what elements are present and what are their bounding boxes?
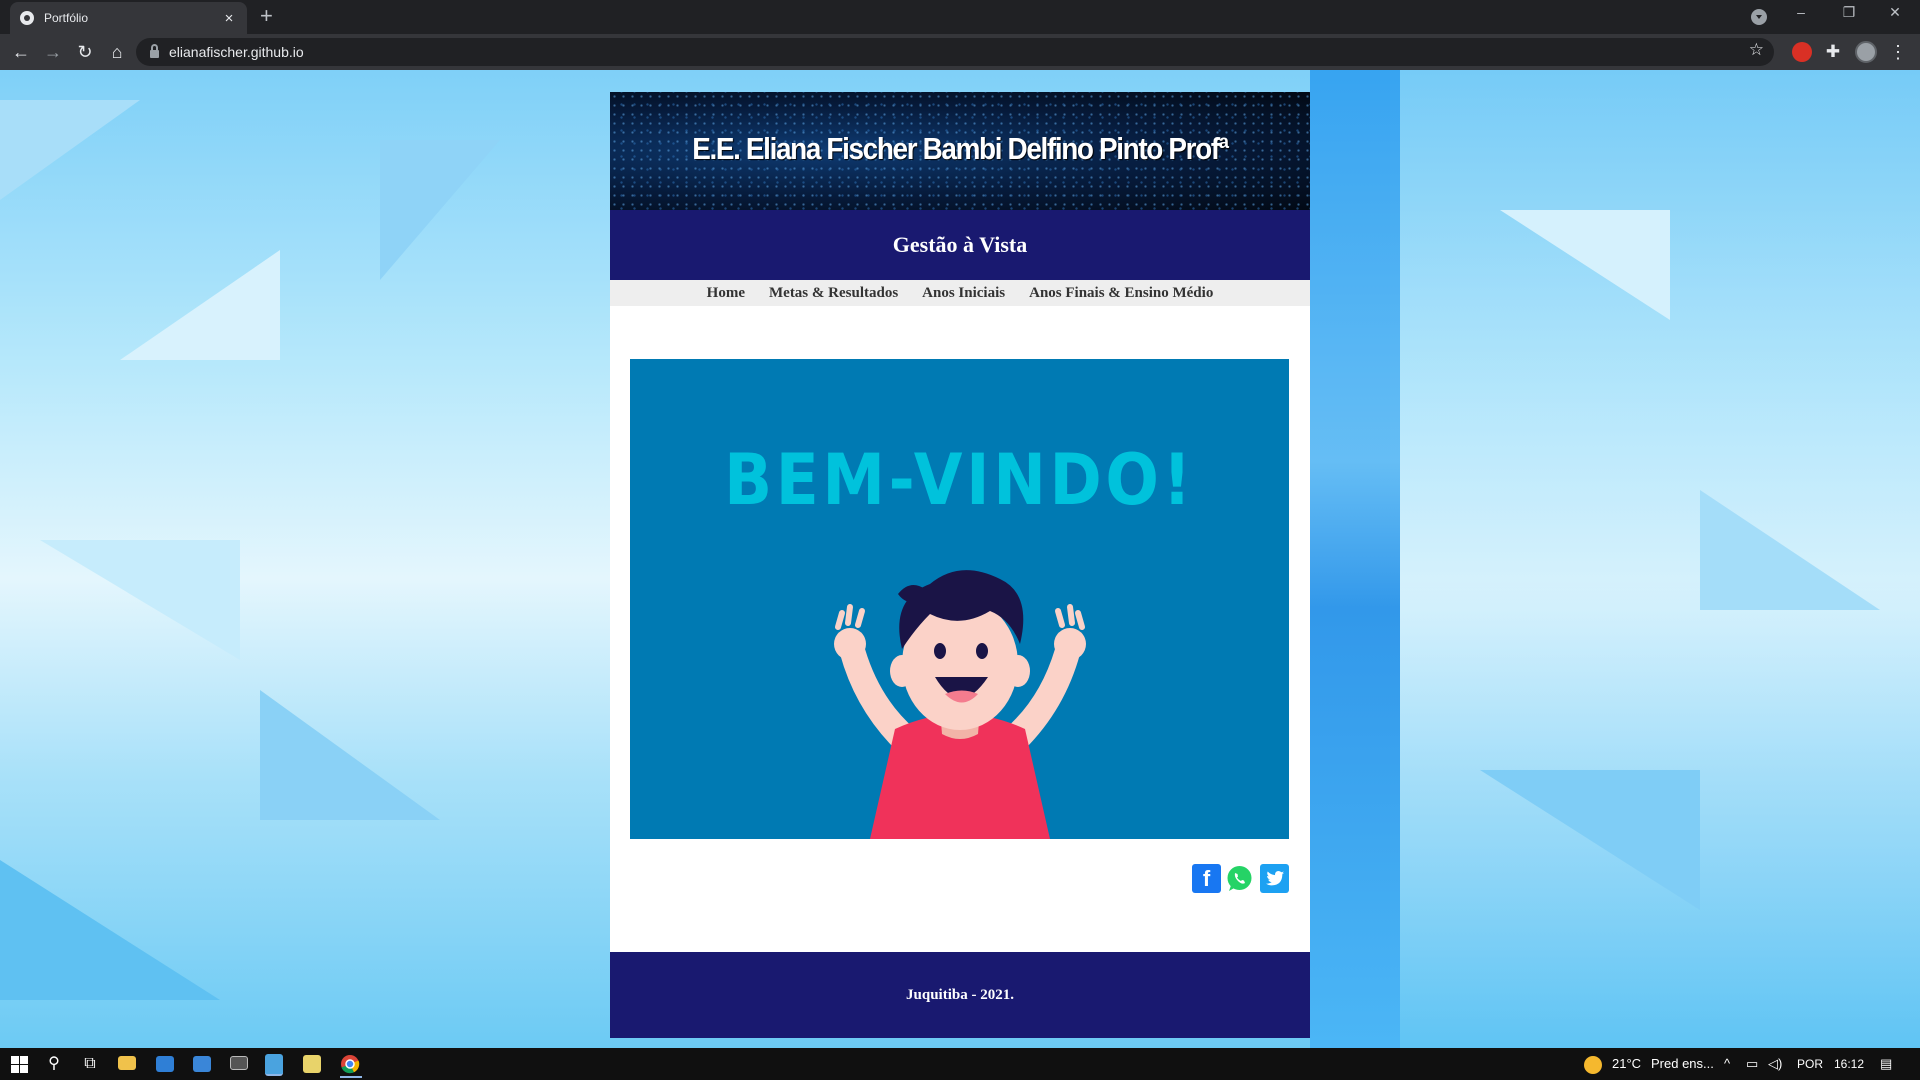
- file-explorer-icon[interactable]: [118, 1056, 136, 1070]
- whatsapp-icon: [1227, 866, 1252, 891]
- windows-start-icon[interactable]: [8, 1052, 32, 1076]
- facebook-icon: f: [1202, 865, 1211, 891]
- extensions-puzzle-icon[interactable]: ✚: [1823, 42, 1843, 62]
- nav-metas-resultados[interactable]: Metas & Resultados: [769, 285, 898, 302]
- weather-icon[interactable]: [1584, 1048, 1604, 1080]
- background-facet: [260, 690, 440, 820]
- browser-toolbar: ← → ↻ ⌂ elianafischer.github.io ☆ ✚ ⋮: [0, 34, 1920, 70]
- twitter-bird-icon: [1265, 870, 1284, 885]
- new-tab-button[interactable]: +: [260, 5, 273, 27]
- home-icon[interactable]: ⌂: [105, 40, 129, 64]
- nav-home[interactable]: Home: [707, 285, 745, 302]
- network-icon[interactable]: ▭: [1746, 1048, 1758, 1080]
- background-facet: [0, 100, 140, 200]
- welcome-heading: BEM-VINDO!: [724, 439, 1195, 521]
- nav-anos-finais-ensino-medio[interactable]: Anos Finais & Ensino Médio: [1029, 285, 1213, 302]
- bookmark-star-icon[interactable]: ☆: [1749, 40, 1764, 60]
- background-band: [1310, 70, 1400, 1048]
- nav-anos-iniciais[interactable]: Anos Iniciais: [922, 285, 1005, 302]
- close-window-button[interactable]: ✕: [1872, 4, 1918, 21]
- background-facet: [0, 860, 220, 1000]
- tab-close-icon[interactable]: ×: [221, 10, 237, 27]
- restore-button[interactable]: ❐: [1826, 4, 1872, 21]
- app-icon[interactable]: [156, 1056, 174, 1072]
- subheader: Gestão à Vista: [610, 210, 1310, 280]
- taskbar: ⚲ ⧉ 21°C Pred ens... ^ ▭ ◁) POR 16:12 ▤: [0, 1048, 1920, 1080]
- welcome-banner: BEM-VINDO!: [630, 359, 1289, 839]
- page-container: E.E. Eliana Fischer Bambi Delfino Pinto …: [610, 92, 1310, 1038]
- footer-text: Juquitiba - 2021.: [906, 986, 1014, 1003]
- tray-chevron-icon[interactable]: ^: [1724, 1048, 1730, 1080]
- clock-time[interactable]: 16:12: [1834, 1048, 1864, 1080]
- input-language[interactable]: POR: [1797, 1048, 1823, 1080]
- facebook-share-button[interactable]: f: [1192, 864, 1221, 893]
- back-arrow-icon[interactable]: ←: [9, 40, 33, 64]
- notifications-icon[interactable]: ▤: [1880, 1048, 1892, 1080]
- chrome-icon: [341, 1055, 360, 1074]
- hero-banner: E.E. Eliana Fischer Bambi Delfino Pinto …: [610, 92, 1310, 210]
- tab-search-icon[interactable]: [1751, 9, 1767, 25]
- background-facet: [1500, 210, 1670, 320]
- address-bar[interactable]: elianafischer.github.io ☆: [136, 38, 1774, 66]
- background-facet: [1480, 770, 1700, 910]
- app-icon[interactable]: [265, 1054, 283, 1076]
- page-viewport: E.E. Eliana Fischer Bambi Delfino Pinto …: [0, 70, 1920, 1048]
- background-facet: [1700, 490, 1880, 610]
- reload-icon[interactable]: ↻: [73, 40, 97, 64]
- browser-tabstrip: Portfólio × + – ❐ ✕: [0, 0, 1920, 34]
- background-facet: [120, 250, 280, 360]
- weather-description[interactable]: Pred ens...: [1651, 1048, 1714, 1080]
- github-favicon-icon: [20, 11, 34, 25]
- extension-red-icon[interactable]: [1792, 42, 1812, 62]
- cheering-kid-illustration: [834, 570, 1086, 839]
- tab-title: Portfólio: [44, 11, 89, 25]
- lock-icon[interactable]: [150, 44, 159, 58]
- browser-menu-icon[interactable]: ⋮: [1888, 42, 1908, 62]
- background-facet: [380, 140, 500, 280]
- weather-temperature[interactable]: 21°C: [1612, 1048, 1641, 1080]
- browser-tab[interactable]: Portfólio ×: [10, 2, 247, 34]
- minimize-button[interactable]: –: [1778, 4, 1824, 20]
- forward-arrow-icon[interactable]: →: [41, 40, 65, 64]
- notepad-icon[interactable]: [303, 1055, 321, 1073]
- profile-avatar[interactable]: [1855, 41, 1877, 63]
- url-text[interactable]: elianafischer.github.io: [169, 44, 304, 60]
- terminal-icon[interactable]: [230, 1056, 248, 1070]
- app-icon[interactable]: [193, 1056, 211, 1072]
- school-title: E.E. Eliana Fischer Bambi Delfino Pinto …: [692, 131, 1229, 166]
- task-view-icon[interactable]: ⧉: [78, 1052, 102, 1076]
- chrome-taskbar-icon[interactable]: [340, 1054, 362, 1078]
- volume-icon[interactable]: ◁): [1768, 1048, 1782, 1080]
- search-icon[interactable]: ⚲: [42, 1052, 66, 1076]
- twitter-share-button[interactable]: [1260, 864, 1289, 893]
- main-nav: Home Metas & Resultados Anos Iniciais An…: [610, 280, 1310, 306]
- page-footer: Juquitiba - 2021.: [610, 952, 1310, 1038]
- background-facet: [40, 540, 240, 660]
- page-subtitle: Gestão à Vista: [892, 232, 1028, 257]
- whatsapp-share-button[interactable]: [1225, 864, 1254, 893]
